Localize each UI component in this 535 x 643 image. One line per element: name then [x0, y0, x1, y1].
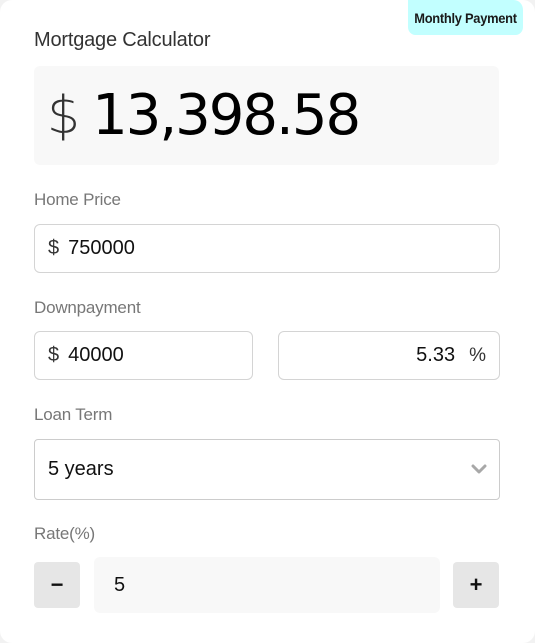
home-price-input[interactable]: $ 750000 — [34, 224, 500, 273]
rate-label: Rate(%) — [34, 524, 95, 543]
home-price-currency-prefix: $ — [48, 237, 60, 259]
rate-increment-button[interactable]: + — [453, 562, 499, 608]
monthly-payment-badge-label: Monthly Payment — [414, 9, 517, 26]
downpayment-percent-value[interactable]: 5.33 — [416, 344, 455, 367]
rate-input[interactable]: 5 — [94, 557, 440, 613]
rate-decrement-button[interactable]: − — [34, 562, 80, 608]
loan-term-select[interactable]: 5 years — [34, 439, 500, 500]
downpayment-currency-prefix: $ — [48, 344, 60, 366]
chevron-down-icon[interactable] — [471, 464, 487, 476]
minus-icon: − — [50, 572, 64, 597]
monthly-payment-display: $ 13,398.58 — [34, 66, 499, 165]
payment-currency-symbol: $ — [47, 85, 81, 146]
monthly-payment-badge: Monthly Payment — [408, 0, 523, 35]
loan-term-selected-value: 5 years — [48, 458, 114, 480]
plus-icon: + — [469, 572, 483, 597]
downpayment-amount-value[interactable]: 40000 — [68, 344, 124, 367]
rate-value[interactable]: 5 — [114, 574, 125, 597]
mortgage-calculator-card: Monthly Payment Mortgage Calculator $ 13… — [0, 0, 535, 643]
percent-suffix: % — [469, 344, 486, 366]
payment-amount: 13,398.58 — [92, 82, 361, 148]
downpayment-label: Downpayment — [34, 298, 141, 317]
downpayment-percent-input[interactable]: 5.33 % — [278, 331, 500, 380]
downpayment-amount-input[interactable]: $ 40000 — [34, 331, 253, 380]
loan-term-label: Loan Term — [34, 405, 113, 424]
home-price-label: Home Price — [34, 190, 121, 209]
page-title: Mortgage Calculator — [34, 29, 211, 51]
home-price-value[interactable]: 750000 — [68, 237, 135, 260]
